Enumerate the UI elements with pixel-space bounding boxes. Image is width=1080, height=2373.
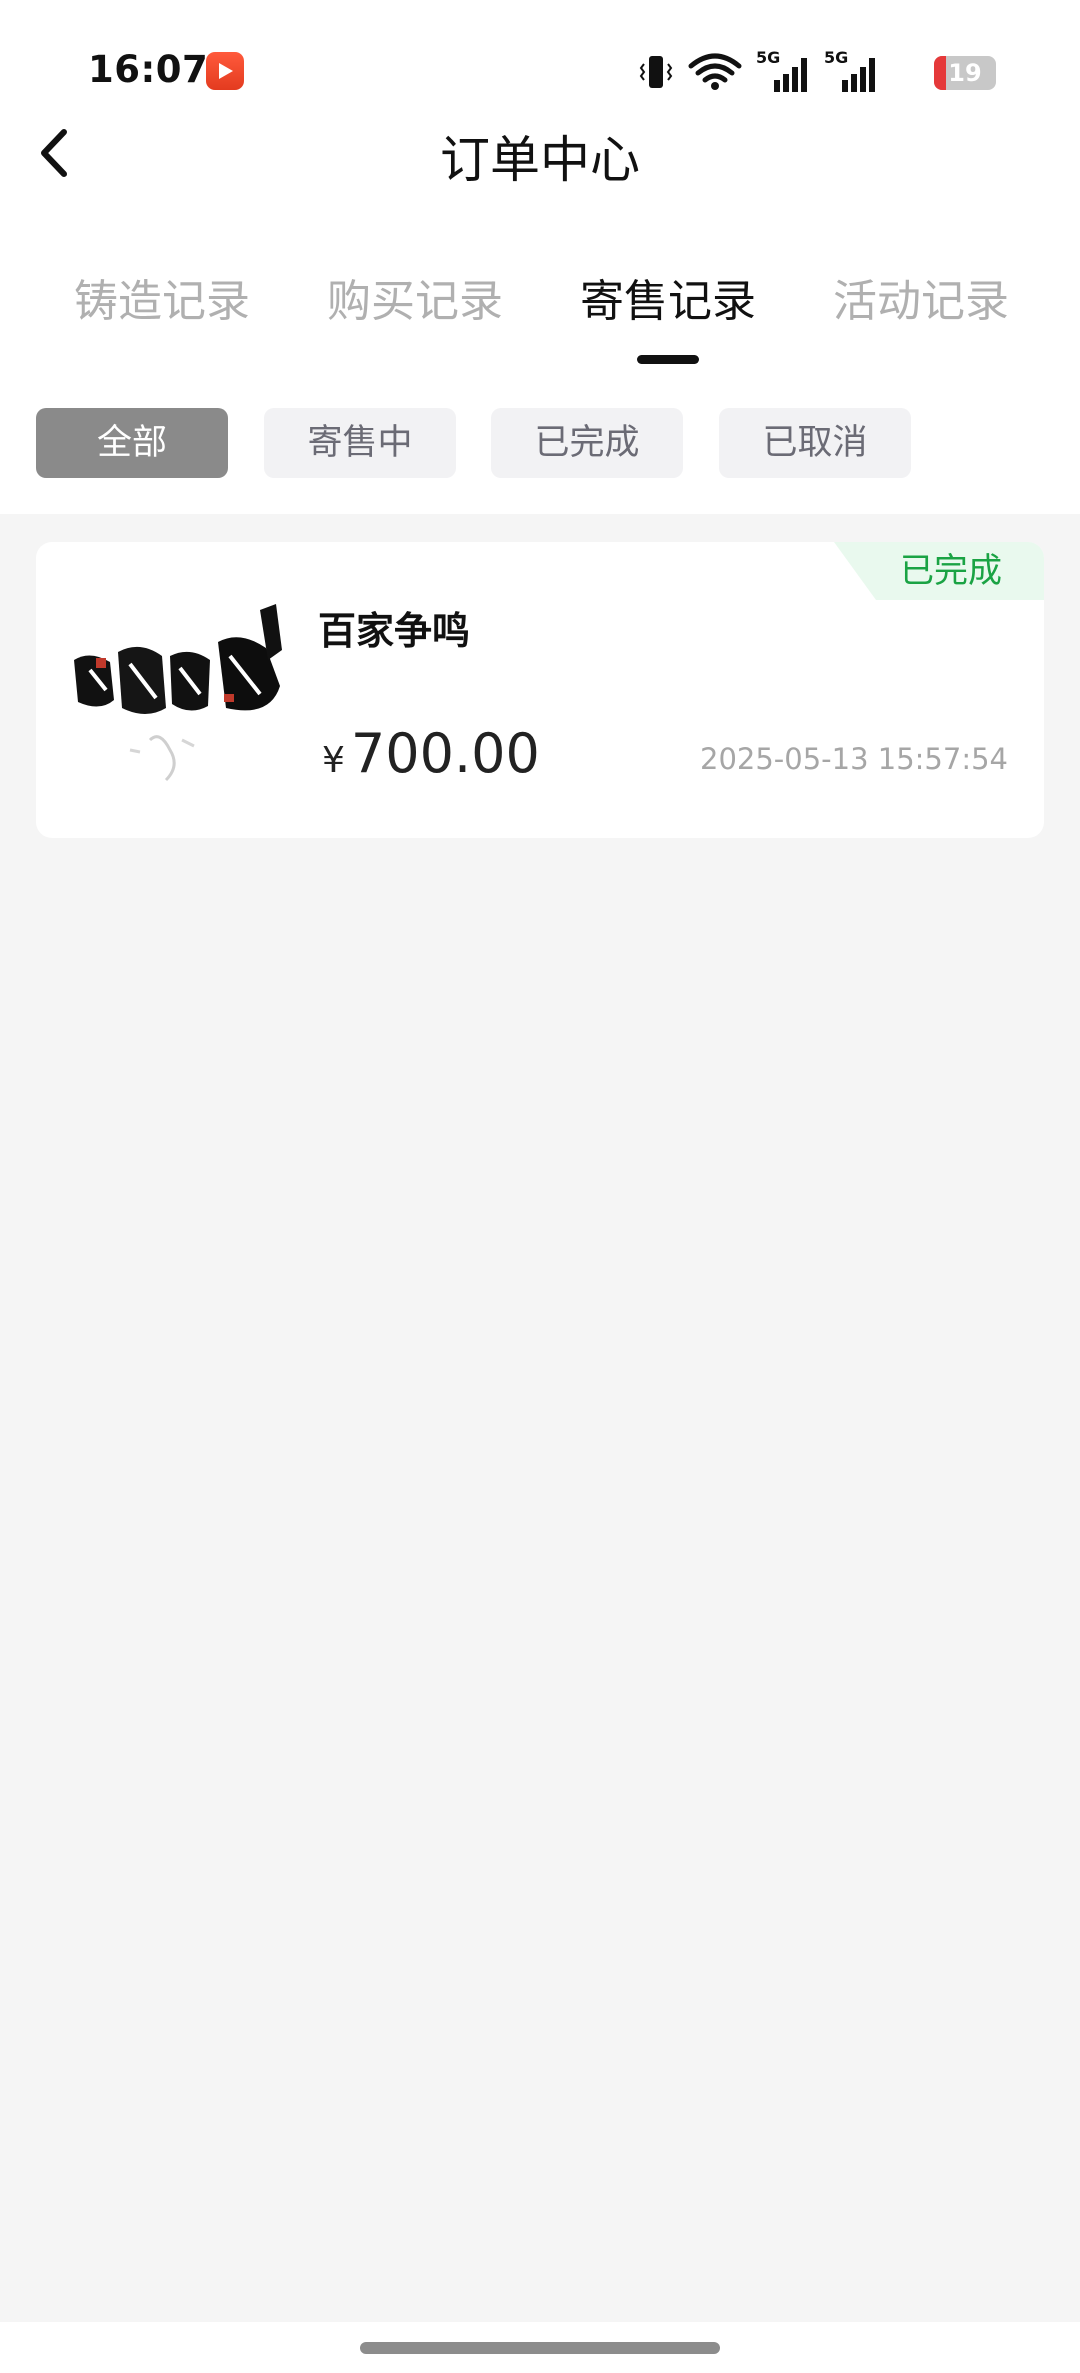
item-name: 百家争鸣 xyxy=(318,609,471,653)
status-indicators: 5G 5G 19 xyxy=(636,48,996,96)
page-title: 订单中心 xyxy=(440,131,640,189)
tab-purchase-records[interactable]: 购买记录 xyxy=(290,265,540,329)
bottom-bar xyxy=(0,2322,1080,2373)
order-timestamp: 2025-05-13 15:57:54 xyxy=(700,742,1008,776)
battery-icon: 19 xyxy=(934,56,996,90)
wifi-icon xyxy=(688,52,742,96)
status-badge: 已完成 xyxy=(834,542,1044,600)
tab-label: 寄售记录 xyxy=(580,276,756,327)
filter-all[interactable]: 全部 xyxy=(36,408,228,478)
filter-cancelled[interactable]: 已取消 xyxy=(719,408,911,478)
vibrate-icon xyxy=(636,52,676,96)
signal-5g-icon: 5G xyxy=(756,48,812,94)
battery-level: 19 xyxy=(948,59,982,87)
calligraphy-artwork-image xyxy=(70,590,286,806)
signal-5g-icon: 5G xyxy=(824,48,880,94)
tab-activity-records[interactable]: 活动记录 xyxy=(796,265,1046,329)
status-bar: 16:07 5G 5G 19 xyxy=(0,0,1080,140)
tab-mint-records[interactable]: 铸造记录 xyxy=(37,265,287,329)
filter-consigning[interactable]: 寄售中 xyxy=(264,408,456,478)
active-tab-indicator xyxy=(637,355,699,364)
price-value: 700.00 xyxy=(350,722,540,785)
video-play-icon xyxy=(206,52,244,90)
item-price: ¥700.00 xyxy=(322,722,540,785)
status-time: 16:07 xyxy=(88,48,209,91)
home-indicator[interactable] xyxy=(360,2342,720,2354)
tab-consignment-records[interactable]: 寄售记录 xyxy=(543,265,793,364)
currency-symbol: ¥ xyxy=(322,740,345,781)
filter-completed[interactable]: 已完成 xyxy=(491,408,683,478)
record-tabs: 铸造记录 购买记录 寄售记录 活动记录 xyxy=(0,265,1080,375)
order-card[interactable]: 已完成 百家争鸣 ¥700.00 2025-05-13 15:57:54 xyxy=(36,542,1044,838)
